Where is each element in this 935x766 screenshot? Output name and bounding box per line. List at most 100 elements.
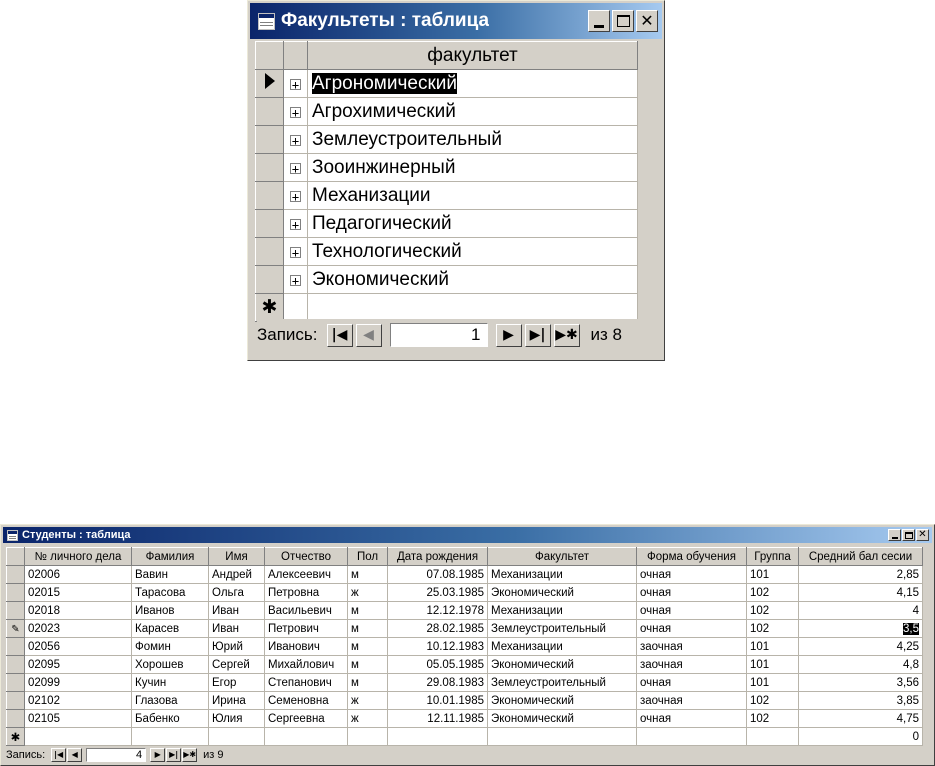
table-cell[interactable]: 102 <box>746 709 799 728</box>
table-cell[interactable]: очная <box>636 565 747 584</box>
table-cell[interactable]: ж <box>347 583 388 602</box>
record-selector[interactable]: ✱ <box>6 727 25 746</box>
expand-cell[interactable]: + <box>283 265 308 294</box>
table-cell[interactable] <box>208 727 265 746</box>
table-cell[interactable]: 3,85 <box>798 691 923 710</box>
minimize-button[interactable] <box>888 529 901 541</box>
table-cell[interactable]: 4,8 <box>798 655 923 674</box>
new-record-row[interactable]: ✱ 0 <box>6 727 923 746</box>
record-selector[interactable] <box>255 237 284 266</box>
maximize-button[interactable] <box>902 529 915 541</box>
table-cell[interactable]: м <box>347 601 388 620</box>
table-cell[interactable]: Кучин <box>131 673 209 692</box>
table-cell[interactable]: м <box>347 565 388 584</box>
table-cell[interactable]: Механизации <box>487 565 637 584</box>
faculty-cell[interactable]: Землеустроительный <box>307 125 638 154</box>
new-record-button[interactable]: ▶✱ <box>553 323 580 347</box>
table-cell[interactable]: Юрий <box>208 637 265 656</box>
faculty-cell[interactable]: Экономический <box>307 265 638 294</box>
table-cell[interactable]: Сергеевна <box>264 709 348 728</box>
table-row[interactable]: + Агрономический <box>255 69 638 98</box>
table-cell[interactable]: Иванович <box>264 637 348 656</box>
table-cell[interactable]: Андрей <box>208 565 265 584</box>
table-cell[interactable]: 29.08.1983 <box>387 673 488 692</box>
column-header[interactable]: Отчество <box>264 547 348 566</box>
table-row[interactable]: 02006 Вавин Андрей Алексеевич м 07.08.1985 Мех… <box>6 565 923 584</box>
record-number-input[interactable]: 4 <box>86 747 147 762</box>
expand-icon[interactable]: + <box>290 106 301 119</box>
expand-cell[interactable]: + <box>283 69 308 98</box>
close-button[interactable]: ✕ <box>636 10 658 32</box>
table-cell[interactable]: 02018 <box>24 601 132 620</box>
table-cell[interactable]: 02056 <box>24 637 132 656</box>
record-selector[interactable] <box>255 181 284 210</box>
table-cell[interactable]: 12.11.1985 <box>387 709 488 728</box>
table-cell[interactable]: 10.12.1983 <box>387 637 488 656</box>
record-number-input[interactable]: 1 <box>389 323 488 347</box>
students-title-bar[interactable]: Студенты : таблица ✕ <box>3 527 932 543</box>
record-selector[interactable] <box>255 69 284 98</box>
table-cell[interactable]: Михайлович <box>264 655 348 674</box>
table-cell[interactable]: Тарасова <box>131 583 209 602</box>
faculty-cell[interactable] <box>307 293 638 322</box>
column-header-faculty[interactable]: факультет <box>307 41 638 70</box>
table-cell[interactable] <box>347 727 388 746</box>
record-selector[interactable] <box>255 153 284 182</box>
table-row[interactable]: 02056 Фомин Юрий Иванович м 10.12.1983 Механиз… <box>6 637 923 656</box>
table-cell[interactable]: заочная <box>636 691 747 710</box>
table-cell[interactable]: 101 <box>746 655 799 674</box>
expand-icon[interactable]: + <box>290 274 301 287</box>
column-header[interactable]: Имя <box>208 547 265 566</box>
table-cell[interactable] <box>131 727 209 746</box>
table-row[interactable]: 02018 Иванов Иван Васильевич м 12.12.1978 Меха… <box>6 601 923 620</box>
table-cell[interactable]: Экономический <box>487 655 637 674</box>
faculty-cell[interactable]: Механизации <box>307 181 638 210</box>
table-cell[interactable]: Бабенко <box>131 709 209 728</box>
table-cell[interactable]: 02102 <box>24 691 132 710</box>
table-cell[interactable]: Экономический <box>487 709 637 728</box>
table-cell[interactable]: очная <box>636 619 747 638</box>
table-cell[interactable]: м <box>347 637 388 656</box>
close-button[interactable]: ✕ <box>916 529 929 541</box>
table-cell[interactable]: 3,56 <box>798 673 923 692</box>
table-cell[interactable]: Фомин <box>131 637 209 656</box>
table-row[interactable]: + Агрохимический <box>255 97 638 126</box>
table-cell[interactable]: Семеновна <box>264 691 348 710</box>
table-cell[interactable]: 12.12.1978 <box>387 601 488 620</box>
select-all-corner[interactable] <box>6 547 25 566</box>
table-cell[interactable]: очная <box>636 673 747 692</box>
faculty-cell[interactable]: Агрономический <box>307 69 638 98</box>
next-record-button[interactable]: ▶ <box>495 323 522 347</box>
table-cell[interactable] <box>487 727 637 746</box>
prev-record-button[interactable]: ◀ <box>355 323 382 347</box>
table-cell[interactable]: 02023 <box>24 619 132 638</box>
select-all-corner[interactable] <box>255 41 284 70</box>
last-record-button[interactable]: ▶| <box>524 323 551 347</box>
table-cell[interactable]: Глазова <box>131 691 209 710</box>
column-header[interactable]: Средний бал сесии <box>798 547 923 566</box>
maximize-button[interactable] <box>612 10 634 32</box>
column-header[interactable]: Форма обучения <box>636 547 747 566</box>
table-cell[interactable]: Экономический <box>487 691 637 710</box>
record-selector[interactable]: ✎ <box>6 619 25 638</box>
table-row[interactable]: 02015 Тарасова Ольга Петровна ж 25.03.1985 Эко… <box>6 583 923 602</box>
expand-icon[interactable]: + <box>290 246 301 259</box>
table-cell[interactable]: м <box>347 655 388 674</box>
faculty-cell[interactable]: Агрохимический <box>307 97 638 126</box>
table-cell[interactable]: Экономический <box>487 583 637 602</box>
record-selector[interactable] <box>6 565 25 584</box>
prev-record-button[interactable]: ◀ <box>67 747 83 762</box>
table-row[interactable]: ✎ 02023 Карасев Иван Петрович м 28.02.1985 Земл… <box>6 619 923 638</box>
table-row[interactable]: 02095 Хорошев Сергей Михайлович м 05.05.1985 Э… <box>6 655 923 674</box>
table-cell[interactable]: ж <box>347 709 388 728</box>
expand-cell[interactable]: + <box>283 209 308 238</box>
table-cell[interactable]: 02095 <box>24 655 132 674</box>
table-cell[interactable]: 2,85 <box>798 565 923 584</box>
expand-cell[interactable]: + <box>283 125 308 154</box>
faculty-cell[interactable]: Технологический <box>307 237 638 266</box>
table-row[interactable]: + Педагогический <box>255 209 638 238</box>
column-header[interactable]: Пол <box>347 547 388 566</box>
column-header[interactable]: Группа <box>746 547 799 566</box>
table-cell[interactable]: 02006 <box>24 565 132 584</box>
table-cell[interactable] <box>746 727 799 746</box>
